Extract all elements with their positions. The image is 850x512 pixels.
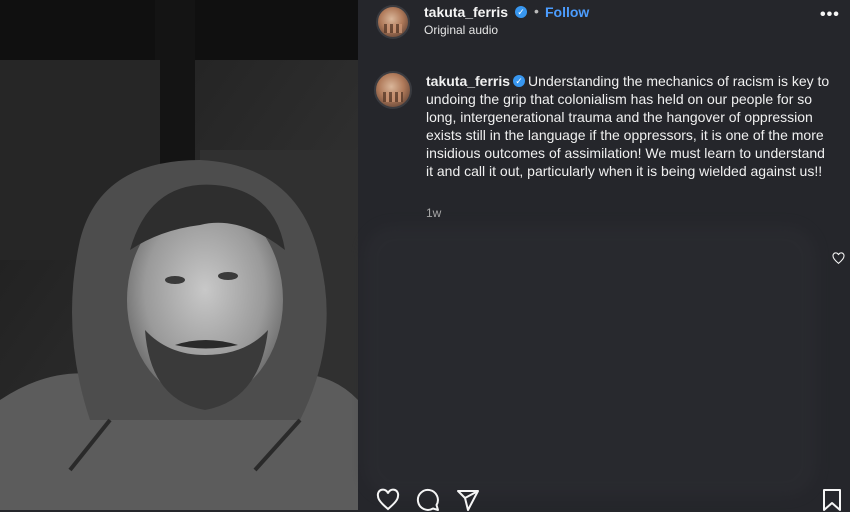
caption-avatar[interactable] — [374, 71, 412, 109]
verified-icon: ✓ — [515, 6, 527, 18]
caption-timestamp[interactable]: 1w — [426, 206, 441, 220]
share-icon[interactable] — [456, 488, 480, 512]
action-bar — [358, 486, 850, 512]
header-username[interactable]: takuta_ferris — [424, 4, 508, 20]
comments-area — [364, 226, 816, 496]
heart-icon[interactable] — [832, 252, 845, 265]
audio-label[interactable]: Original audio — [424, 23, 498, 37]
heart-icon[interactable] — [376, 488, 400, 512]
separator-dot: • — [534, 3, 539, 19]
more-icon[interactable]: ••• — [820, 6, 840, 24]
header-avatar[interactable] — [376, 5, 410, 39]
post-details-panel: takuta_ferris ✓ • Follow Original audio … — [358, 0, 850, 512]
post-media[interactable] — [0, 0, 358, 510]
follow-button[interactable]: Follow — [545, 4, 589, 20]
caption: takuta_ferris ✓ Understanding the mechanic… — [426, 72, 830, 180]
caption-username[interactable]: takuta_ferris — [426, 73, 510, 89]
comment-icon[interactable] — [416, 488, 440, 512]
verified-icon: ✓ — [513, 75, 526, 88]
bookmark-icon[interactable] — [820, 488, 844, 512]
video-frame — [0, 0, 358, 510]
